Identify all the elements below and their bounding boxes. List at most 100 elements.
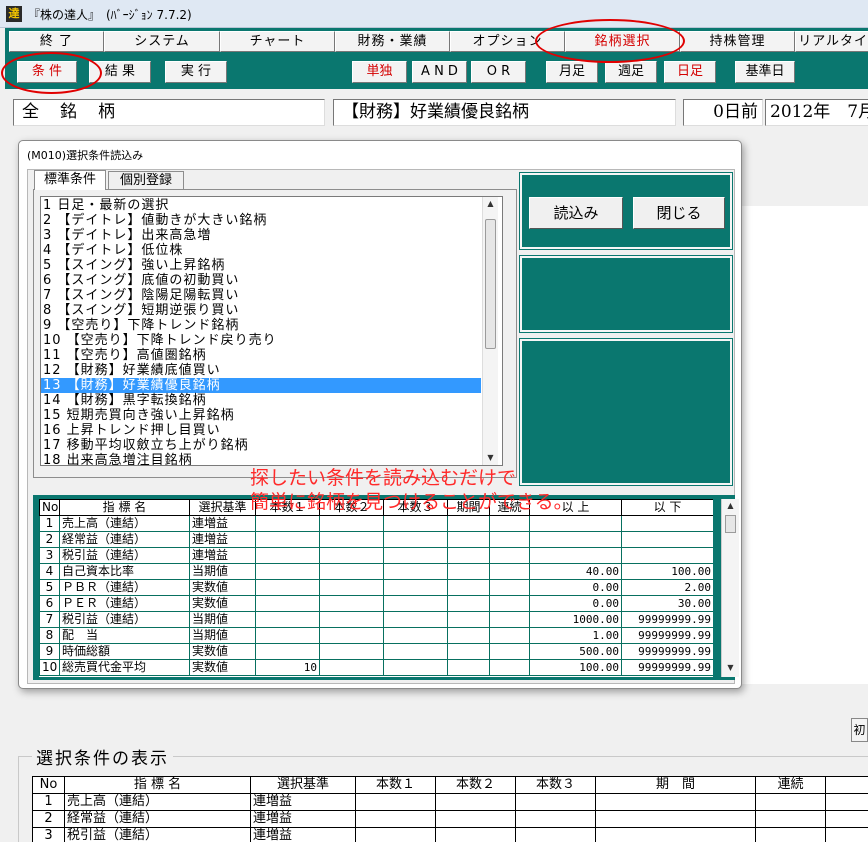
list-item[interactable]: 1 日足・最新の選択	[41, 198, 481, 213]
cell	[489, 627, 530, 644]
base-date-button[interactable]: 基準日	[735, 61, 795, 83]
daily-button[interactable]: 日足	[664, 61, 716, 83]
table-row[interactable]: 2 経常益（連結） 連増益	[32, 810, 868, 828]
list-item[interactable]: 10 【空売り】下降トレンド戻り売り	[41, 333, 481, 348]
cell	[447, 643, 490, 660]
header-row: 全 銘 柄 【財務】好業績優良銘柄 0日前 2012年 7月	[5, 96, 868, 130]
menu-chart[interactable]: チャート	[220, 31, 335, 52]
cell: 10	[255, 659, 320, 676]
cell	[529, 515, 622, 532]
cell	[383, 611, 448, 628]
info-panel-1	[520, 256, 732, 332]
condition-list[interactable]: 1 日足・最新の選択 2 【デイトレ】値動きが大きい銘柄 3 【デイトレ】出来高急増…	[40, 196, 503, 466]
list-item[interactable]: 15 短期売買向き強い上昇銘柄	[41, 408, 481, 423]
cell: 1	[39, 515, 60, 532]
cell	[489, 579, 530, 596]
scroll-down-icon[interactable]: ▼	[483, 451, 498, 465]
list-item[interactable]: 7 【スイング】陰陽足陽転買い	[41, 288, 481, 303]
cell: 実数値	[189, 643, 256, 660]
header-cell: No	[39, 499, 60, 516]
list-item[interactable]: 8 【スイング】短期逆張り買い	[41, 303, 481, 318]
annotation-line-1: 探したい条件を読み込むだけで	[250, 467, 517, 489]
single-button[interactable]: 単独	[352, 61, 407, 83]
cell	[447, 579, 490, 596]
list-item[interactable]: 2 【デイトレ】値動きが大きい銘柄	[41, 213, 481, 228]
cell	[489, 515, 530, 532]
table-row[interactable]: 8配 当当期値 1.00 99999999.99	[39, 627, 713, 644]
table-row[interactable]: 2 経常益（連結） 連増益	[39, 531, 713, 548]
list-item[interactable]: 9 【空売り】下降トレンド銘柄	[41, 318, 481, 333]
cell: 1.00	[529, 627, 622, 644]
or-button[interactable]: O R	[471, 61, 526, 83]
cell: 100.00	[621, 563, 713, 580]
list-item[interactable]: 5 【スイング】強い上昇銘柄	[41, 258, 481, 273]
list-item[interactable]: 17 移動平均収斂立ち上がり銘柄	[41, 438, 481, 453]
grid-scrollbar[interactable]: ▲ ▼	[721, 499, 739, 677]
cell	[489, 547, 530, 564]
menu-holdings[interactable]: 持株管理	[680, 31, 795, 52]
tab-custom[interactable]: 個別登録	[108, 171, 184, 191]
cell	[447, 547, 490, 564]
table-row[interactable]: 5 ＰＢＲ（連結） 実数値 0.00 2.00	[39, 579, 713, 596]
weekly-button[interactable]: 週足	[605, 61, 657, 83]
table-row[interactable]: 1 売上高（連結） 連増益	[39, 515, 713, 532]
menu-realtime[interactable]: リアルタイム	[795, 31, 868, 52]
table-row[interactable]: 3 税引益（連結） 連増益	[39, 547, 713, 564]
list-item[interactable]: 14 【財務】黒字転換銘柄	[41, 393, 481, 408]
menu-exit[interactable]: 終 了	[9, 31, 104, 52]
cell	[447, 515, 490, 532]
cell	[319, 563, 384, 580]
list-item[interactable]: 18 出来高急増注目銘柄	[41, 453, 481, 465]
cell	[489, 595, 530, 612]
background-result-panel	[740, 206, 868, 684]
selection-display-title: 選択条件の表示	[32, 744, 173, 769]
table-row[interactable]: 7 税引益（連結） 当期値 1000.00 99999999.99	[39, 611, 713, 628]
scroll-up-icon[interactable]: ▲	[483, 197, 498, 211]
list-item[interactable]: 6 【スイング】底値の初動買い	[41, 273, 481, 288]
cell: 99999999.99	[621, 659, 713, 676]
background-button[interactable]: 初	[851, 718, 868, 742]
cell: ＰＢＲ（連結）	[59, 579, 190, 596]
scroll-up-icon[interactable]: ▲	[723, 499, 738, 513]
run-button[interactable]: 実 行	[165, 61, 227, 83]
cell: 3	[32, 827, 65, 842]
table-row[interactable]: 9 時価総額 実数値 500.00 99999999.99	[39, 643, 713, 660]
condition-detail-panel: No 指 標 名選択基準 本数１ 本数２ 本数３ 期間 連続以 上以 下 1 売上高（連結） 連増…	[33, 495, 739, 680]
table-row[interactable]: 10 総売買代金平均 実数値 10 100.00 99999999.99	[39, 659, 713, 676]
scroll-down-icon[interactable]: ▼	[723, 661, 738, 675]
cell	[447, 611, 490, 628]
table-row[interactable]: 6 ＰＥＲ（連結） 実数値 0.00 30.00	[39, 595, 713, 612]
and-button[interactable]: A N D	[412, 61, 467, 83]
tab-standard[interactable]: 標準条件	[34, 170, 106, 190]
list-item[interactable]: 4 【デイトレ】低位株	[41, 243, 481, 258]
cell	[447, 531, 490, 548]
list-scrollbar[interactable]: ▲ ▼	[482, 197, 498, 465]
cell: 税引益（連結）	[59, 547, 190, 564]
monthly-button[interactable]: 月足	[546, 61, 598, 83]
table-row[interactable]: 4 自己資本比率 当期値 40.00 100.00	[39, 563, 713, 580]
promo-annotation: 探したい条件を読み込むだけで 簡単に銘柄を見つけることができる。	[250, 466, 573, 514]
close-button[interactable]: 閉じる	[633, 197, 725, 229]
scroll-thumb[interactable]	[485, 219, 496, 349]
menu-system[interactable]: システム	[104, 31, 220, 52]
scroll-thumb[interactable]	[725, 515, 736, 533]
table-row[interactable]: 1 売上高（連結） 連増益	[32, 793, 868, 811]
list-item[interactable]: 12 【財務】好業績底値買い	[41, 363, 481, 378]
date-field: 2012年 7月	[765, 99, 868, 126]
list-item[interactable]: 16 上昇トレンド押し目買い	[41, 423, 481, 438]
cell	[383, 579, 448, 596]
cell: 経常益（連結）	[59, 531, 190, 548]
cell: 1000.00	[529, 611, 622, 628]
list-item[interactable]: 11 【空売り】高値圏銘柄	[41, 348, 481, 363]
menu-financial[interactable]: 財務・業績	[335, 31, 450, 52]
dialog-body: 標準条件 個別登録 1 日足・最新の選択 2 【デイトレ】値動きが大きい銘柄 3 【…	[27, 169, 739, 684]
cell: 実数値	[189, 659, 256, 676]
load-button[interactable]: 読込み	[529, 197, 623, 229]
cell: 売上高（連結）	[64, 793, 251, 811]
cell	[319, 595, 384, 612]
list-item[interactable]: 13 【財務】好業績優良銘柄	[41, 378, 481, 393]
table-row[interactable]: 3 税引益（連結） 連増益	[32, 827, 868, 842]
list-item[interactable]: 3 【デイトレ】出来高急増	[41, 228, 481, 243]
cell: 連増益	[189, 531, 256, 548]
cell	[255, 611, 320, 628]
